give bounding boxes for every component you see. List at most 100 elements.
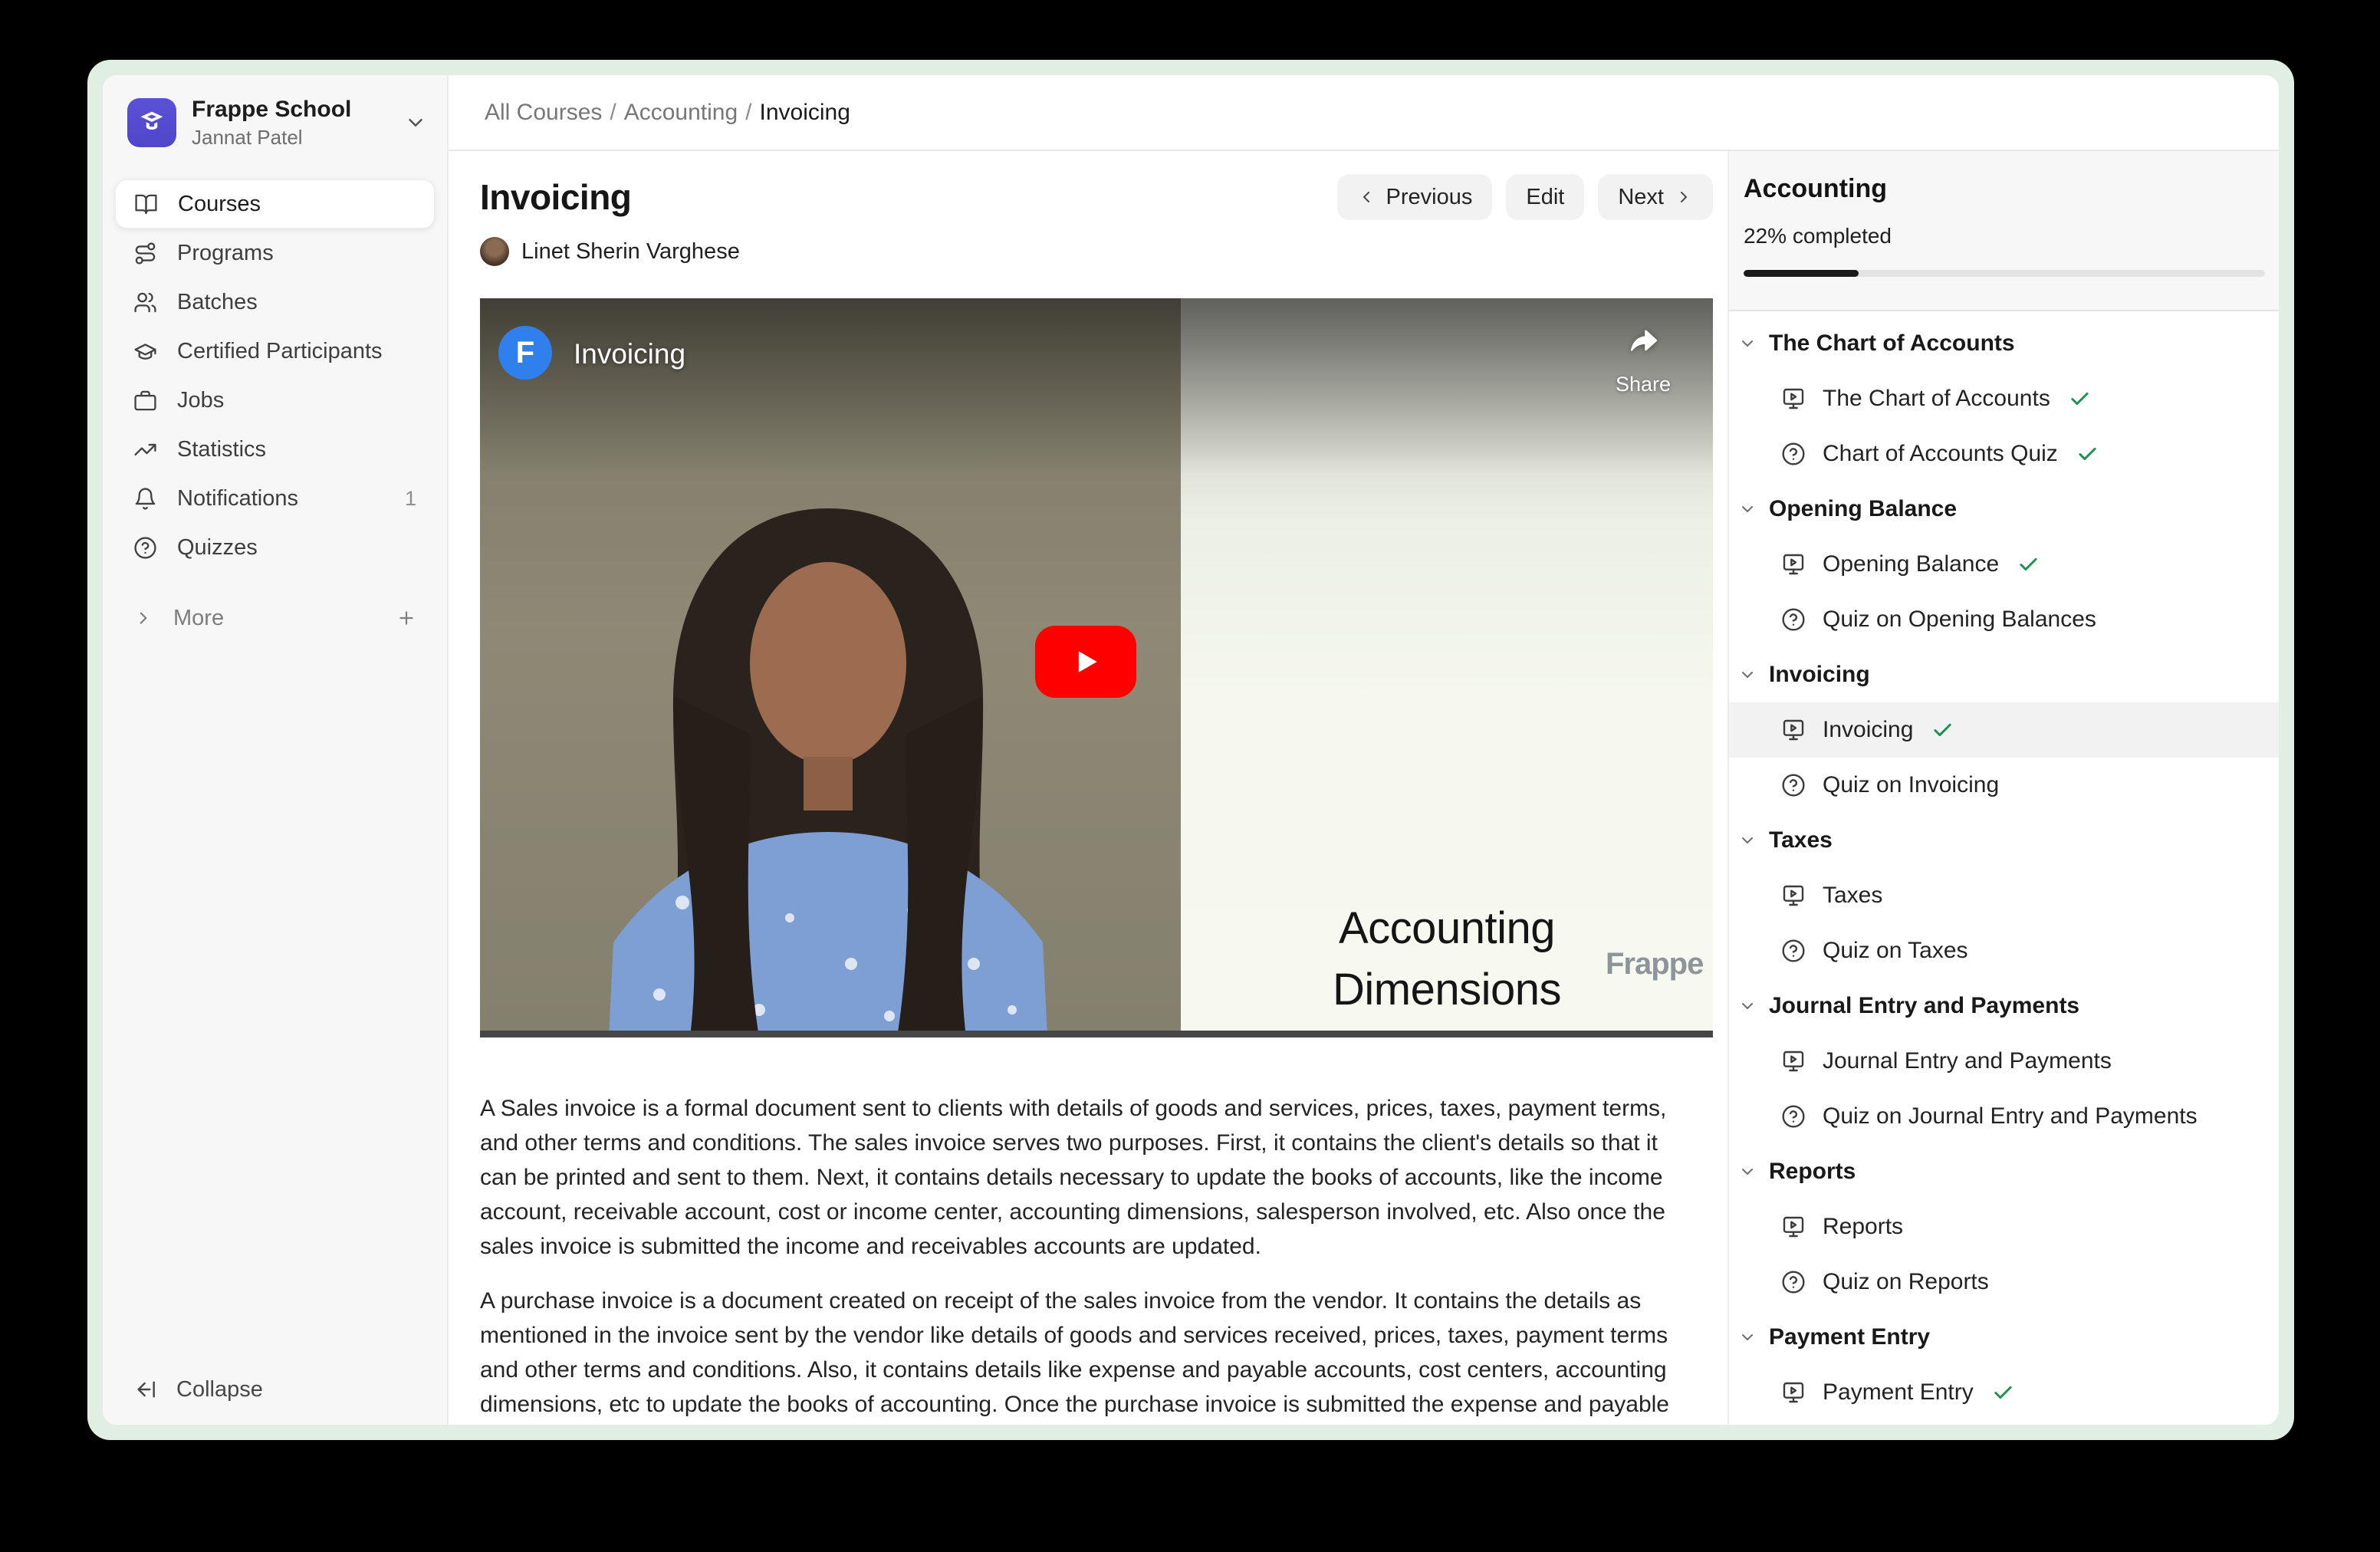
outline-lesson-opening-balance[interactable]: Opening Balance	[1729, 537, 2279, 592]
video-player[interactable]: F Invoicing Share Accounting	[480, 298, 1713, 1037]
lesson-label: Chart of Accounts Quiz	[1823, 441, 2058, 467]
sidebar-item-label: Jobs	[177, 388, 224, 413]
help-circle-icon	[133, 536, 157, 560]
chevron-down-icon	[1738, 997, 1757, 1015]
outline-lesson-invoicing[interactable]: Invoicing	[1729, 702, 2279, 758]
chapter-title: The Chart of Accounts	[1769, 330, 2015, 357]
outline-lesson-quiz-on-taxes[interactable]: Quiz on Taxes	[1729, 923, 2279, 978]
sidebar-item-batches[interactable]: Batches	[115, 278, 435, 327]
lesson-label: Quiz on Opening Balances	[1823, 607, 2096, 633]
previous-button[interactable]: Previous	[1337, 174, 1493, 220]
sidebar-item-label: Notifications	[177, 486, 298, 511]
chevron-down-icon	[1738, 334, 1757, 353]
briefcase-icon	[133, 389, 157, 413]
sidebar-item-programs[interactable]: Programs	[115, 229, 435, 278]
outline-chapter-invoicing[interactable]: Invoicing	[1729, 647, 2279, 702]
help-circle-icon	[1781, 1104, 1806, 1129]
monitor-play-icon	[1781, 718, 1806, 742]
sidebar-item-label: Batches	[177, 290, 258, 315]
progress-bar-fill	[1744, 270, 1859, 277]
workspace-switcher[interactable]: Frappe School Jannat Patel	[127, 97, 427, 149]
chevron-down-icon	[1738, 500, 1757, 518]
monitor-play-icon	[1781, 1215, 1806, 1239]
author-avatar	[480, 237, 509, 266]
share-button[interactable]: Share	[1593, 324, 1693, 396]
sidebar-item-notifications[interactable]: Notifications 1	[115, 474, 435, 523]
chapter-title: Payment Entry	[1769, 1324, 1930, 1350]
lesson-label: Payment Entry	[1823, 1379, 1974, 1406]
sidebar-item-courses[interactable]: Courses	[115, 179, 435, 229]
breadcrumb-separator: /	[745, 100, 751, 126]
plus-icon[interactable]	[396, 608, 416, 628]
course-outline-header: Accounting 22% completed	[1729, 151, 2279, 311]
chapter-title: Journal Entry and Payments	[1769, 993, 2079, 1019]
lesson-label: Quiz on Invoicing	[1823, 772, 1999, 798]
breadcrumb-separator: /	[610, 100, 616, 126]
next-button[interactable]: Next	[1598, 174, 1713, 220]
breadcrumb-accounting[interactable]: Accounting	[624, 100, 738, 126]
check-icon	[2076, 443, 2099, 465]
check-icon	[2069, 388, 2091, 410]
sidebar-item-statistics[interactable]: Statistics	[115, 425, 435, 474]
outline-lesson-payment-entry[interactable]: Payment Entry	[1729, 1365, 2279, 1420]
more-label: More	[173, 606, 224, 631]
author-name: Linet Sherin Varghese	[521, 239, 740, 265]
sidebar-item-certified-participants[interactable]: Certified Participants	[115, 327, 435, 376]
lesson-label: Opening Balance	[1823, 551, 1999, 577]
outline-lesson-chart-of-accounts-quiz[interactable]: Chart of Accounts Quiz	[1729, 426, 2279, 482]
edit-button[interactable]: Edit	[1506, 174, 1584, 220]
outline-chapter-reports[interactable]: Reports	[1729, 1144, 2279, 1199]
play-button[interactable]	[1035, 626, 1136, 698]
notification-count-badge: 1	[405, 487, 416, 511]
book-open-icon	[134, 192, 158, 216]
trending-up-icon	[133, 438, 157, 462]
outline-lesson-the-chart-of-accounts[interactable]: The Chart of Accounts	[1729, 371, 2279, 426]
sidebar-item-label: Statistics	[177, 437, 266, 462]
chevron-down-icon	[1738, 831, 1757, 850]
lesson-body-text: A Sales invoice is a formal document sen…	[480, 1091, 1697, 1425]
outline-lesson-reports[interactable]: Reports	[1729, 1199, 2279, 1254]
lesson-paragraph: A Sales invoice is a formal document sen…	[480, 1091, 1697, 1264]
outline-chapter-journal-entry-and-payments[interactable]: Journal Entry and Payments	[1729, 978, 2279, 1034]
breadcrumb: All Courses / Accounting / Invoicing	[449, 75, 2279, 151]
chapter-title: Opening Balance	[1769, 496, 1957, 522]
outline-lesson-taxes[interactable]: Taxes	[1729, 868, 2279, 923]
lesson-label: Taxes	[1823, 883, 1882, 909]
outline-lesson-journal-entry-and-payments[interactable]: Journal Entry and Payments	[1729, 1034, 2279, 1089]
page-title: Invoicing	[480, 176, 631, 218]
outline-chapter-opening-balance[interactable]: Opening Balance	[1729, 482, 2279, 537]
sidebar-item-label: Quizzes	[177, 535, 258, 561]
monitor-play-icon	[1781, 1049, 1806, 1074]
frappe-school-logo-icon	[127, 98, 176, 147]
app-window: Frappe School Jannat Patel Courses Progra…	[87, 60, 2294, 1440]
outline-lesson-quiz-on-opening-balances[interactable]: Quiz on Opening Balances	[1729, 592, 2279, 647]
collapse-sidebar-button[interactable]: Collapse	[115, 1365, 435, 1414]
outline-chapter-payment-entry[interactable]: Payment Entry	[1729, 1310, 2279, 1365]
chapter-title: Reports	[1769, 1159, 1856, 1185]
chevron-right-icon	[1675, 188, 1693, 206]
chevron-down-icon	[1738, 666, 1757, 684]
course-outline: Accounting 22% completed The Chart of Ac…	[1727, 151, 2279, 1425]
breadcrumb-all-courses[interactable]: All Courses	[485, 100, 602, 126]
outline-chapter-taxes[interactable]: Taxes	[1729, 813, 2279, 868]
help-circle-icon	[1781, 939, 1806, 963]
graduation-cap-icon	[133, 340, 157, 363]
sidebar-item-label: Certified Participants	[177, 339, 383, 364]
sidebar-item-jobs[interactable]: Jobs	[115, 376, 435, 425]
sidebar-item-label: Courses	[178, 192, 261, 217]
check-icon	[1992, 1382, 2014, 1404]
outline-lesson-quiz-on-journal-entry-and-payments[interactable]: Quiz on Journal Entry and Payments	[1729, 1089, 2279, 1144]
outline-chapter-the-chart-of-accounts[interactable]: The Chart of Accounts	[1729, 316, 2279, 371]
sidebar-item-more[interactable]: More	[115, 594, 435, 643]
users-icon	[133, 291, 157, 314]
outline-lesson-quiz-on-reports[interactable]: Quiz on Reports	[1729, 1254, 2279, 1310]
channel-avatar[interactable]: F	[498, 326, 552, 380]
share-icon	[1624, 324, 1662, 358]
video-overlay-title[interactable]: Invoicing	[574, 338, 685, 370]
monitor-play-icon	[1781, 883, 1806, 908]
monitor-play-icon	[1781, 1380, 1806, 1405]
sidebar-item-quizzes[interactable]: Quizzes	[115, 523, 435, 572]
chevron-down-icon	[1738, 1328, 1757, 1346]
breadcrumb-current: Invoicing	[760, 100, 850, 126]
outline-lesson-quiz-on-invoicing[interactable]: Quiz on Invoicing	[1729, 758, 2279, 813]
